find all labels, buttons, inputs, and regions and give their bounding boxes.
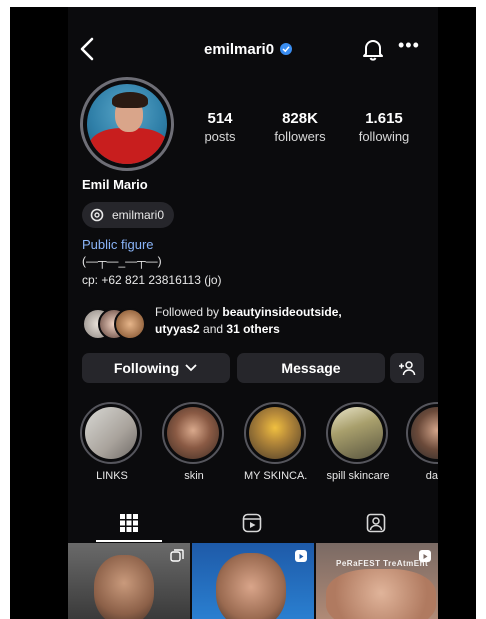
chevron-down-icon — [185, 364, 197, 372]
bio-line: (—┬—_—┬—) — [82, 254, 162, 268]
stat-followers-label: followers — [274, 129, 326, 144]
highlight-label: MY SKINCA... — [244, 470, 308, 482]
post-thumbnail[interactable] — [192, 543, 314, 619]
stat-followers[interactable]: 828K followers — [260, 110, 340, 144]
highlight-my-skincare[interactable]: MY SKINCA... — [244, 402, 308, 492]
message-label: Message — [281, 360, 341, 376]
threads-link-button[interactable]: emilmari0 — [82, 202, 175, 228]
top-bar: emilmari0 ••• — [68, 35, 438, 65]
stat-posts[interactable]: 514 posts — [180, 110, 260, 144]
post-face — [94, 555, 154, 619]
add-person-icon — [399, 361, 416, 376]
highlight-image — [167, 407, 219, 459]
highlight-image — [249, 407, 301, 459]
grid-icon[interactable] — [119, 513, 139, 533]
bio-contact: cp: +62 821 23816113 (jo) — [82, 273, 222, 287]
highlight-image — [85, 407, 137, 459]
more-options-icon[interactable]: ••• — [398, 35, 420, 56]
mutual-followers-avatars[interactable] — [82, 308, 146, 340]
stat-posts-label: posts — [204, 129, 236, 144]
stat-posts-value: 514 — [207, 110, 233, 127]
followed-by-prefix: Followed by — [155, 305, 223, 319]
highlight-ring — [162, 402, 224, 464]
threads-icon — [90, 208, 104, 222]
left-letterbox — [10, 7, 68, 619]
reels-icon — [419, 550, 431, 562]
back-arrow-icon[interactable] — [76, 35, 100, 63]
highlight-links[interactable]: LINKS — [80, 402, 144, 492]
followed-by-others: 31 others — [226, 322, 280, 336]
threads-handle: emilmari0 — [112, 208, 165, 222]
verified-badge-icon — [280, 43, 293, 55]
highlight-image — [331, 407, 383, 459]
highlight-ring — [244, 402, 306, 464]
category-label: Public figure — [82, 237, 154, 252]
highlight-label: dang — [425, 470, 438, 482]
carousel-icon — [170, 549, 184, 562]
stat-followers-value: 828K — [282, 110, 318, 127]
post-face — [326, 569, 436, 619]
profile-tabs — [68, 507, 438, 541]
stat-following-label: following — [358, 129, 410, 144]
highlight-skin[interactable]: skin — [162, 402, 226, 492]
active-tab-indicator — [96, 540, 162, 542]
following-label: Following — [113, 360, 180, 376]
post-thumbnail[interactable]: PeRaFEST TreAtmEnt — [316, 543, 438, 619]
post-caption-overlay: PeRaFEST TreAtmEnt — [336, 559, 429, 568]
display-name: Emil Mario — [82, 177, 148, 192]
followed-by-and: and — [199, 322, 227, 336]
posts-grid: PeRaFEST TreAtmEnt — [68, 543, 438, 619]
post-face — [216, 553, 286, 619]
tagged-icon[interactable] — [366, 513, 386, 533]
avatar — [114, 308, 146, 340]
followed-by-name: utyyas2 — [155, 322, 200, 336]
highlight-ring — [80, 402, 142, 464]
post-thumbnail[interactable] — [68, 543, 190, 619]
followed-by-name: beautyinsideoutside, — [222, 305, 342, 319]
message-button[interactable]: Message — [237, 353, 385, 383]
profile-screen: emilmari0 ••• 514 posts 828K followers 1… — [68, 7, 438, 619]
right-letterbox — [438, 7, 476, 619]
followed-by-text[interactable]: Followed by beautyinsideoutside, utyyas2… — [155, 304, 425, 338]
stat-following[interactable]: 1.615 following — [344, 110, 424, 144]
avatar — [87, 84, 167, 164]
highlight-image — [411, 407, 438, 459]
avatar-hair — [112, 92, 148, 108]
highlight-ring — [326, 402, 388, 464]
username-text: emilmari0 — [204, 41, 275, 58]
highlight-spill-skincare[interactable]: spill skincare — [326, 402, 390, 492]
following-button[interactable]: Following — [82, 353, 230, 383]
reels-icon — [295, 550, 307, 562]
highlight-label: skin — [184, 470, 204, 482]
stat-following-value: 1.615 — [365, 110, 403, 127]
bell-icon[interactable] — [362, 37, 384, 61]
highlight-label: LINKS — [96, 470, 128, 482]
username-header: emilmari0 — [204, 41, 293, 58]
highlight-label: spill skincare — [326, 470, 390, 482]
highlight-dang[interactable]: dang — [406, 402, 438, 492]
suggested-people-button[interactable] — [390, 353, 424, 383]
profile-avatar-ring[interactable] — [80, 77, 174, 171]
highlight-ring — [406, 402, 438, 464]
avatar-shirt — [89, 128, 167, 164]
reels-icon[interactable] — [242, 513, 262, 533]
